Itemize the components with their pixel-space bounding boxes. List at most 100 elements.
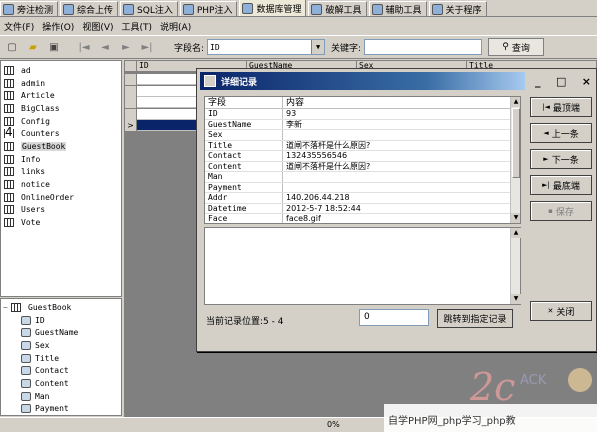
table-item[interactable]: links	[1, 166, 121, 179]
record-field-row[interactable]: GuestName 李新	[205, 119, 520, 130]
field-tree-item[interactable]: Content	[1, 377, 121, 390]
tab-label: 旁注检测	[17, 5, 54, 16]
svg-text:ACK: ACK	[520, 373, 547, 388]
table-item[interactable]: ad	[1, 64, 121, 77]
table-item[interactable]: Users	[1, 204, 121, 217]
menu-item-4[interactable]: 说明(A)	[156, 20, 195, 33]
prev-record-icon[interactable]: ◄	[96, 38, 114, 56]
field-tree-item[interactable]: ID	[1, 314, 121, 327]
keyword-input[interactable]	[364, 39, 483, 55]
menu-item-1[interactable]: 操作(O)	[38, 20, 78, 33]
field-tree-item[interactable]: Title	[1, 352, 121, 365]
first-record-icon: |◄	[542, 103, 550, 111]
chevron-down-icon[interactable]: ▼	[311, 40, 325, 54]
field-tree-item[interactable]: Payment	[1, 403, 121, 416]
query-button[interactable]: ⚲ 查询	[488, 38, 545, 56]
table-item[interactable]: OnlineOrder	[1, 191, 121, 204]
first-record-icon[interactable]: |◄	[75, 38, 93, 56]
menu-item-0[interactable]: 文件(F)	[0, 20, 38, 33]
fields-header: 字段 内容	[205, 97, 520, 109]
table-item[interactable]: Article	[1, 89, 121, 102]
scroll-down-icon[interactable]: ▼	[511, 294, 521, 304]
field-name: Title	[35, 353, 60, 363]
record-field-row[interactable]: Sex	[205, 130, 520, 141]
collapse-icon[interactable]: −	[3, 303, 11, 312]
table-item[interactable]: admin	[1, 77, 121, 90]
fields-scrollbar[interactable]: ▲ ▼	[510, 97, 520, 223]
tab-4[interactable]: 数据库管理	[239, 0, 307, 16]
tab-icon	[123, 3, 135, 15]
menu-item-2[interactable]: 视图(V)	[78, 20, 117, 33]
record-fields-table: 字段 内容 ID 93 GuestName 李新 Sex Title 道闸不落杆是什么原因?…	[204, 96, 521, 224]
table-name: ad	[21, 65, 31, 75]
last-record-icon: ►|	[542, 181, 550, 189]
tab-6[interactable]: 辅助工具	[368, 1, 427, 16]
table-item[interactable]: Info	[1, 153, 121, 166]
scroll-up-icon[interactable]: ▲	[511, 97, 520, 107]
table-item[interactable]: Vote	[1, 216, 121, 229]
scroll-thumb[interactable]	[512, 108, 520, 178]
tab-2[interactable]: SQL注入	[120, 1, 178, 16]
field-tree-item[interactable]: Contact	[1, 364, 121, 377]
table-item[interactable]: Config	[1, 115, 121, 128]
field-icon	[21, 340, 31, 350]
last-record-icon[interactable]: ►|	[138, 38, 156, 56]
tab-3[interactable]: PHP注入	[179, 1, 238, 16]
dialog-title: 详细记录	[221, 77, 258, 88]
record-field-row[interactable]: Content 道闸不落杆是什么原因?	[205, 161, 520, 172]
content-memo[interactable]: ▲ ▼	[204, 227, 521, 305]
grid-corner	[125, 61, 137, 72]
record-field-row[interactable]: Man	[205, 172, 520, 183]
next-record-button[interactable]: ► 下一条	[530, 149, 592, 169]
tab-1[interactable]: 综合上传	[60, 1, 119, 16]
minimize-icon[interactable]: _	[535, 75, 541, 88]
table-icon	[4, 180, 14, 190]
new-icon[interactable]: ▢	[3, 38, 21, 56]
field-tree-item[interactable]: Sex	[1, 339, 121, 352]
tab-5[interactable]: 破解工具	[308, 1, 367, 16]
table-item[interactable]: Counters 4	[1, 126, 121, 140]
record-field-row[interactable]: Payment	[205, 182, 520, 193]
table-item[interactable]: notice	[1, 178, 121, 191]
record-field-row[interactable]: Contact 132435556546	[205, 151, 520, 162]
query-button-label: 查询	[511, 43, 530, 54]
record-field-row[interactable]: Datetime 2012-5-7 18:52:44	[205, 203, 520, 214]
scroll-down-icon[interactable]: ▼	[511, 213, 520, 223]
field-tree-root[interactable]: − GuestBook	[1, 301, 121, 314]
close-button[interactable]: ✕ 关闭	[530, 301, 592, 321]
record-field-row[interactable]: Addr 140.206.44.218	[205, 193, 520, 204]
record-field-name: Face	[205, 214, 283, 223]
table-item[interactable]: BigClass	[1, 102, 121, 115]
memo-scrollbar[interactable]: ▲ ▼	[510, 228, 521, 304]
scroll-up-icon[interactable]: ▲	[511, 228, 521, 238]
field-tree-item[interactable]: Man	[1, 390, 121, 403]
tab-7[interactable]: 关于程序	[428, 1, 487, 16]
maximize-icon[interactable]: □	[556, 75, 566, 88]
open-folder-icon[interactable]: ▰	[24, 38, 42, 56]
record-field-row[interactable]: Face face8.gif	[205, 214, 520, 223]
close-icon[interactable]: ×	[582, 75, 591, 88]
save-icon[interactable]: ▣	[45, 38, 63, 56]
record-field-row[interactable]: ID 93	[205, 109, 520, 120]
dialog-titlebar[interactable]: 详细记录	[200, 72, 525, 90]
table-item[interactable]: GuestBook	[1, 140, 121, 153]
first-record-button[interactable]: |◄ 最顶端	[530, 97, 592, 117]
next-record-icon[interactable]: ►	[117, 38, 135, 56]
save-button[interactable]: ▪ 保存	[530, 201, 592, 221]
last-record-button[interactable]: ►| 最底端	[530, 175, 592, 195]
field-tree-item[interactable]: GuestName	[1, 326, 121, 339]
row-indicator	[125, 108, 137, 120]
table-name: Vote	[21, 218, 41, 228]
record-position-input[interactable]: 0	[359, 309, 429, 326]
record-field-row[interactable]: Title 道闸不落杆是什么原因?	[205, 140, 520, 151]
tab-0[interactable]: 旁注检测	[0, 1, 59, 16]
save-button-label: 保存	[555, 207, 574, 218]
field-name-combo[interactable]: ID ▼	[207, 39, 326, 55]
jump-to-record-button[interactable]: 跳转到指定记录	[437, 309, 513, 328]
prev-record-button[interactable]: ◄ 上一条	[530, 123, 592, 143]
table-name: admin	[21, 78, 46, 88]
field-tree: − GuestBook ID GuestName Sex Title Contact Cont…	[0, 298, 122, 416]
table-icon	[4, 91, 14, 101]
menu-item-3[interactable]: 工具(T)	[118, 20, 157, 33]
record-field-value: 2012-5-7 18:52:44	[286, 203, 361, 213]
